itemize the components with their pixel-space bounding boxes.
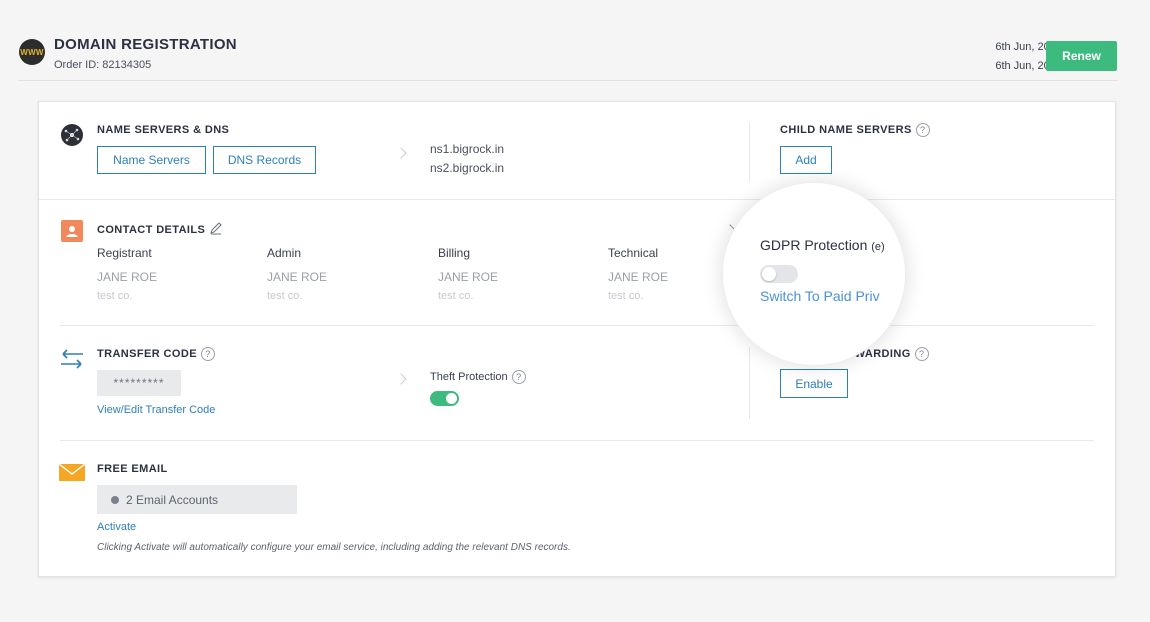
contact-card-icon [61,220,83,242]
help-icon[interactable]: ? [200,347,215,361]
free-email-title: FREE EMAIL [97,463,168,475]
activate-note: Clicking Activate will automatically con… [97,542,571,553]
transfer-code-field: ********* [97,370,181,396]
renew-button[interactable]: Renew [1046,41,1117,71]
edit-pencil-icon[interactable] [209,221,223,238]
domain-details-card: NAME SERVERS & DNS Name Servers DNS Reco… [38,101,1116,577]
contact-company: test co. [97,290,133,302]
divider [60,440,1094,441]
contact-name: JANE ROE [97,270,158,284]
divider [749,122,750,182]
contact-details-title: CONTACT DETAILS [97,221,223,238]
divider [60,325,1094,326]
contact-column-label: Billing [438,246,471,260]
view-edit-transfer-code-link[interactable]: View/Edit Transfer Code [97,404,215,416]
switch-to-paid-privacy-link[interactable]: Switch To Paid Priv [760,288,880,304]
transfer-arrows-icon [59,348,85,370]
gdpr-magnifier-overlay: GDPR Protection (e) Switch To Paid Priv [723,183,905,365]
theft-protection-label: Theft Protection ? [430,370,526,384]
envelope-icon [58,463,86,481]
help-icon[interactable]: ? [915,123,930,137]
gdpr-protection-title: GDPR Protection (e) [760,237,885,253]
divider [39,199,1115,200]
chevron-right-icon [395,373,407,385]
contact-column-label: Technical [608,246,659,260]
name-servers-button[interactable]: Name Servers [97,146,206,174]
activate-email-link[interactable]: Activate [97,521,136,533]
name-server-2: ns2.bigrock.in [430,161,505,175]
email-accounts-field: 2 Email Accounts [97,485,297,514]
www-globe-icon: WWW [19,39,45,65]
contact-name: JANE ROE [267,270,328,284]
contact-company: test co. [608,290,644,302]
network-icon [61,124,83,146]
page-title: DOMAIN REGISTRATION [54,36,237,53]
contact-column-label: Registrant [97,246,152,260]
name-servers-title: NAME SERVERS & DNS [97,124,230,136]
contact-company: test co. [267,290,303,302]
contact-column-label: Admin [267,246,302,260]
child-name-servers-title: CHILD NAME SERVERS ? [780,123,930,137]
page-header: WWW DOMAIN REGISTRATION Order ID: 821343… [18,0,1118,81]
add-child-name-server-button[interactable]: Add [780,146,832,174]
divider [749,347,750,419]
dns-records-button[interactable]: DNS Records [213,146,316,174]
gdpr-protection-toggle[interactable] [760,265,798,283]
help-icon[interactable]: ? [511,370,526,384]
theft-protection-toggle[interactable] [430,391,459,406]
transfer-code-title: TRANSFER CODE ? [97,347,215,361]
status-dot-icon [111,495,119,504]
chevron-right-icon [395,147,407,159]
name-server-1: ns1.bigrock.in [430,142,505,156]
help-icon[interactable]: ? [914,347,929,361]
contact-name: JANE ROE [608,270,669,284]
enable-forwarding-button[interactable]: Enable [780,369,848,398]
contact-company: test co. [438,290,474,302]
contact-name: JANE ROE [438,270,499,284]
order-id: Order ID: 82134305 [54,59,152,71]
